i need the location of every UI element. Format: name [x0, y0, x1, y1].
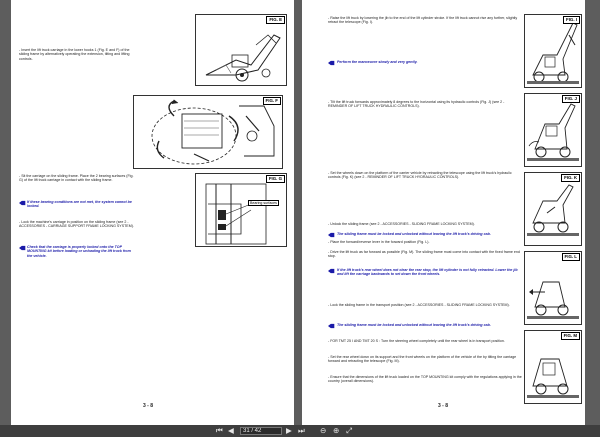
warning-hand-icon — [19, 200, 26, 206]
figure-f-drawing — [151, 99, 275, 165]
right-page: - Raise the lift truck by lowering the j… — [302, 0, 585, 425]
bearing-surfaces-label: Bearing surfaces — [248, 200, 279, 207]
warning-hand-icon — [19, 245, 26, 251]
figure-i: FIG. I — [524, 14, 582, 88]
warning-note: The sliding frame must be locked and unl… — [337, 323, 491, 327]
figure-e: FIG. E — [195, 14, 287, 86]
page-number: 3 - 8 — [143, 403, 154, 409]
first-page-icon[interactable]: ⏮ — [216, 426, 223, 436]
instruction-text: - Raise the lift truck by lowering the j… — [328, 16, 518, 25]
instruction-text: - Drive the lift truck as far forward as… — [328, 250, 520, 259]
instruction-text: - Ensure that the dimensions of the lift… — [328, 375, 522, 384]
instruction-text: - Lock the sliding frame in the transpor… — [328, 303, 510, 307]
last-page-icon[interactable]: ⏭ — [298, 426, 305, 436]
instruction-text: - Lock the machine's carriage in positio… — [19, 220, 134, 229]
page-number: 3 - 8 — [438, 403, 449, 409]
instruction-text: - Unlock the sliding frame (see 2 - ACCE… — [328, 222, 475, 226]
figure-m-drawing — [527, 358, 579, 398]
warning-hand-icon — [328, 60, 335, 66]
warning-hand-icon — [328, 323, 335, 329]
figure-f: FIG. F — [133, 95, 283, 169]
next-page-icon[interactable]: ▶ — [286, 426, 292, 435]
instruction-text: - Set the wheels down on the platform of… — [328, 171, 512, 180]
warning-hand-icon — [328, 232, 335, 238]
instruction-text: - Tilt the lift truck forwards approxima… — [328, 100, 505, 109]
figure-j-drawing — [527, 103, 579, 161]
figure-k-drawing — [527, 184, 579, 236]
instruction-text: - FOR TMT 25 I AND TMT 20 S : Turn the s… — [328, 339, 505, 343]
instruction-text: - Place the forward/reverse lever in the… — [328, 240, 430, 244]
zoom-in-icon[interactable]: ⊕ — [333, 426, 339, 435]
fit-page-icon[interactable]: ⤢ — [346, 426, 352, 436]
warning-hand-icon — [328, 268, 335, 274]
figure-g-drawing — [205, 183, 267, 245]
figure-e-drawing — [196, 15, 286, 85]
figure-l-drawing — [527, 281, 579, 319]
warning-note: The sliding frame must be locked and unl… — [337, 232, 491, 236]
warning-note: Perform the manoeuvre slowly and very ge… — [337, 60, 418, 64]
instruction-text: - Sit the carriage on the sliding frame.… — [19, 174, 134, 183]
figure-label: FIG. L — [561, 253, 580, 261]
figure-label: FIG. M — [560, 332, 580, 340]
figure-label: FIG. G — [265, 175, 285, 183]
figure-g: FIG. G Bearing surfaces — [195, 173, 287, 247]
figure-i-drawing — [527, 22, 579, 84]
warning-note: Check that the carriage is properly lock… — [27, 245, 131, 258]
figure-label: FIG. K — [561, 174, 580, 182]
figure-label: FIG. E — [266, 16, 285, 24]
instruction-text: - Set the rear wheel down on its support… — [328, 355, 517, 364]
page-number-input[interactable] — [240, 426, 282, 435]
figure-k: FIG. K — [524, 172, 582, 246]
figure-j: FIG. J — [524, 93, 582, 167]
left-page: - Insert the lift truck carriage in the … — [11, 0, 294, 425]
zoom-out-icon[interactable]: ⊖ — [320, 426, 326, 435]
warning-note: If the lift truck's rear wheel does not … — [337, 268, 518, 277]
figure-m: FIG. M — [524, 330, 582, 404]
previous-page-icon[interactable]: ◀ — [228, 426, 234, 435]
figure-label: FIG. J — [561, 95, 580, 103]
instruction-text: - Insert the lift truck carriage in the … — [19, 48, 130, 61]
pdf-navigation-toolbar: ⏮ ◀ ▶ ⏭ ⊖ ⊕ ⤢ — [0, 425, 600, 437]
figure-l: FIG. L — [524, 251, 582, 325]
figure-label: FIG. I — [563, 16, 580, 24]
warning-note: If these bearing conditions are not met,… — [27, 200, 132, 209]
figure-label: FIG. F — [262, 97, 281, 105]
